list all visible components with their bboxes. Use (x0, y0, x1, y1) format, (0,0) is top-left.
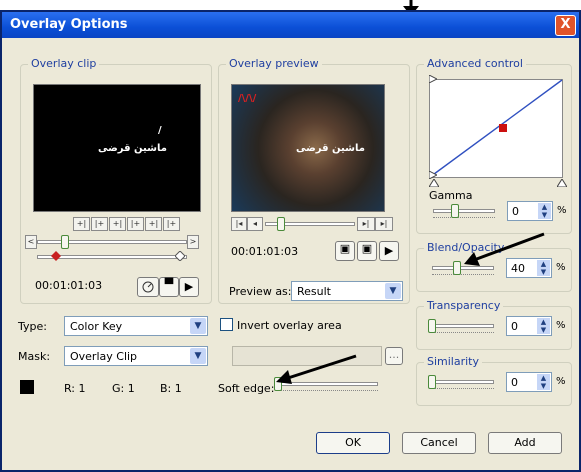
gamma-unit: % (557, 205, 567, 216)
gamma-value: 0 (512, 205, 519, 218)
preview-as-select[interactable]: Result ▼ (291, 281, 403, 301)
transparency-thumb[interactable] (428, 319, 436, 333)
clip-trim-track-top[interactable] (37, 240, 187, 244)
soft-edge-ticks (278, 390, 378, 394)
clip-nav-btn-3[interactable]: +| (109, 217, 126, 231)
lock-button[interactable]: ▀ (159, 277, 179, 297)
bottom-start-handle-icon[interactable] (429, 179, 439, 187)
mask-dropdown-icon[interactable]: ▼ (190, 348, 206, 364)
key-color-swatch[interactable] (20, 380, 34, 394)
gamma-curve-graph[interactable] (429, 79, 563, 179)
bottom-left-handle-icon[interactable] (429, 171, 437, 179)
preview-scroll-forward[interactable]: ▸| (357, 217, 375, 231)
gamma-spinner[interactable]: 0 ▲ ▼ (507, 201, 553, 221)
similarity-spin-arrows-icon[interactable]: ▲ ▼ (537, 374, 550, 390)
clip-scroll-left[interactable]: < (25, 235, 37, 249)
overlay-preview-viewer: /\/\/ ماشین قرضی (231, 84, 385, 212)
gamma-track[interactable] (433, 209, 495, 213)
clip-play-button[interactable]: ▶ (179, 277, 199, 297)
ok-button[interactable]: OK (316, 432, 390, 454)
gamma-spin-arrows-icon[interactable]: ▲ ▼ (538, 203, 551, 219)
clip-nav-btn-1[interactable]: +| (73, 217, 90, 231)
close-button[interactable]: X (555, 15, 576, 36)
gamma-ticks (433, 217, 495, 221)
advanced-control-group: Advanced control Gamma 0 ▲ ▼ % (416, 57, 572, 234)
blend-opacity-ticks (432, 274, 494, 278)
red-mark-icon: /\/\/ (238, 93, 257, 104)
color-b-value: B: 1 (160, 382, 182, 395)
clip-nav-btn-4[interactable]: |+ (127, 217, 144, 231)
add-button[interactable]: Add (488, 432, 562, 454)
top-left-handle-icon[interactable] (429, 75, 437, 83)
similarity-track[interactable] (432, 380, 494, 384)
soft-edge-annotation-arrow (276, 354, 357, 384)
preview-as-label: Preview as: (229, 285, 292, 298)
similarity-thumb[interactable] (428, 375, 436, 389)
transparency-track[interactable] (432, 324, 494, 328)
end-marker-icon[interactable] (175, 251, 185, 261)
overlay-clip-group: Overlay clip ماشین قرضی / +| |+ +| |+ +|… (20, 57, 212, 304)
preview-as-value: Result (297, 285, 331, 298)
clip-nav-btn-5[interactable]: +| (145, 217, 162, 231)
mask-label: Mask: (18, 350, 51, 363)
preview-scroll-back[interactable]: ◂ (247, 217, 263, 231)
clip-scroll-right[interactable]: > (187, 235, 199, 249)
preview-play-button[interactable]: ▶ (379, 241, 399, 261)
preview-mode-button-1[interactable]: ▣ (335, 241, 355, 261)
mask-value: Overlay Clip (70, 350, 138, 363)
type-select[interactable]: Color Key ▼ (64, 316, 208, 336)
overlay-clip-viewer: ماشین قرضی / (33, 84, 201, 212)
similarity-spinner[interactable]: 0 ▲ ▼ (506, 372, 552, 392)
start-marker-icon[interactable] (51, 251, 61, 261)
overlay-preview-title: Overlay preview (226, 57, 322, 70)
mask-browse-button[interactable]: ... (385, 347, 403, 365)
clip-nav-btn-2[interactable]: |+ (91, 217, 108, 231)
type-dropdown-icon[interactable]: ▼ (190, 318, 206, 334)
preview-scroll-end[interactable]: ▸| (375, 217, 393, 231)
preview-as-dropdown-icon[interactable]: ▼ (385, 283, 401, 299)
blend-annotation-arrow (464, 232, 545, 266)
overlay-clip-title: Overlay clip (28, 57, 100, 70)
preview-scrub-handle[interactable] (277, 217, 285, 231)
clock-button[interactable] (137, 277, 159, 297)
transparency-label: Transparency (424, 299, 504, 312)
similarity-unit: % (556, 376, 566, 387)
transparency-spin-arrows-icon[interactable]: ▲ ▼ (537, 318, 550, 334)
transparency-value: 0 (511, 320, 518, 333)
overlay-preview-group: Overlay preview /\/\/ ماشین قرضی |◂ ◂ ▸|… (218, 57, 410, 304)
invert-label: Invert overlay area (237, 319, 342, 332)
similarity-value: 0 (511, 376, 518, 389)
preview-mode-button-2[interactable]: ▣ (357, 241, 377, 261)
soft-edge-label: Soft edge: (218, 382, 275, 395)
type-label: Type: (18, 320, 47, 333)
clip-nav-btn-6[interactable]: |+ (163, 217, 180, 231)
overlay-preview-timecode: 00:01:01:03 (231, 245, 299, 258)
similarity-label: Similarity (424, 355, 483, 368)
title-bar: Overlay Options X (2, 12, 579, 38)
blend-opacity-unit: % (556, 262, 566, 273)
mask-select[interactable]: Overlay Clip ▼ (64, 346, 208, 366)
preview-scroll-start[interactable]: |◂ (231, 217, 247, 231)
cancel-button[interactable]: Cancel (402, 432, 476, 454)
gamma-thumb[interactable] (451, 204, 459, 218)
transparency-ticks (432, 332, 494, 336)
overlay-clip-timecode: 00:01:01:03 (35, 279, 103, 292)
transparency-spinner[interactable]: 0 ▲ ▼ (506, 316, 552, 336)
cursor-mark-icon: / (158, 125, 162, 136)
bottom-end-handle-icon[interactable] (557, 179, 567, 187)
clip-trim-handle[interactable] (61, 235, 69, 249)
invert-checkbox[interactable] (220, 318, 233, 331)
similarity-ticks (432, 388, 494, 392)
overlay-clip-text: ماشین قرضی (98, 143, 167, 154)
type-value: Color Key (70, 320, 123, 333)
overlay-preview-text: ماشین قرضی (296, 143, 365, 154)
dialog-title: Overlay Options (10, 17, 128, 32)
advanced-control-title: Advanced control (424, 57, 526, 70)
transparency-unit: % (556, 320, 566, 331)
gamma-label: Gamma (429, 189, 473, 202)
color-r-value: R: 1 (64, 382, 86, 395)
color-g-value: G: 1 (112, 382, 135, 395)
